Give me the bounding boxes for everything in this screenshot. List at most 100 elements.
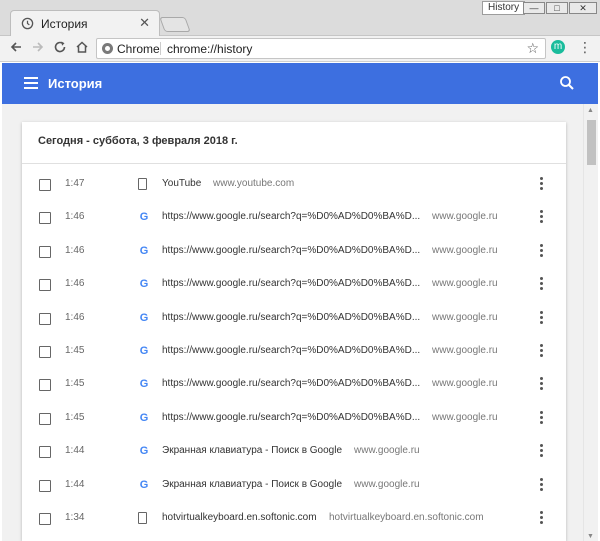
visit-time: 1:46	[65, 244, 85, 256]
scroll-up-arrow-icon[interactable]: ▲	[587, 107, 594, 114]
google-icon: G	[139, 378, 149, 391]
page-title-link[interactable]: Экранная клавиатура - Поиск в Google	[162, 445, 342, 456]
page-title-link[interactable]: Экранная клавиатура - Поиск в Google	[162, 479, 342, 490]
date-heading: Сегодня - суббота, 3 февраля 2018 г.	[38, 135, 238, 147]
more-actions-icon[interactable]	[538, 377, 544, 391]
google-icon: G	[139, 211, 149, 224]
scrollbar[interactable]: ▲ ▼	[583, 104, 598, 541]
visit-time: 1:46	[65, 311, 85, 323]
row-checkbox[interactable]	[39, 412, 51, 425]
row-checkbox[interactable]	[39, 512, 51, 525]
page-title-link[interactable]: https://www.google.ru/search?q=%D0%AD%D0…	[162, 211, 420, 222]
back-button[interactable]	[8, 40, 24, 56]
history-row[interactable]: 1:46 Ghttps://www.google.ru/search?q=%D0%…	[22, 270, 566, 303]
date-header: Сегодня - суббота, 3 февраля 2018 г.	[22, 122, 566, 164]
reload-icon	[54, 41, 66, 53]
visit-time: 1:45	[65, 411, 85, 423]
page-title-link[interactable]: hotvirtualkeyboard.en.softonic.com	[162, 512, 317, 523]
page-domain[interactable]: www.google.ru	[432, 412, 498, 423]
scroll-down-arrow-icon[interactable]: ▼	[587, 533, 594, 540]
history-icon	[21, 17, 34, 30]
more-actions-icon[interactable]	[538, 210, 544, 224]
url-text[interactable]: chrome://history	[167, 42, 252, 56]
omnibox-divider	[160, 42, 161, 55]
tab-title: История	[41, 17, 88, 31]
maximize-button[interactable]: □	[546, 2, 568, 14]
more-actions-icon[interactable]	[538, 510, 544, 525]
forward-button[interactable]	[30, 40, 46, 56]
page-domain[interactable]: www.google.ru	[432, 312, 498, 323]
row-checkbox[interactable]	[39, 479, 51, 492]
page-domain[interactable]: www.google.ru	[354, 479, 420, 490]
page-title-link[interactable]: https://www.google.ru/search?q=%D0%AD%D0…	[162, 412, 420, 423]
more-actions-icon[interactable]	[538, 277, 544, 291]
page-title-link[interactable]: https://www.google.ru/search?q=%D0%AD%D0…	[162, 245, 420, 256]
visit-time: 1:46	[65, 211, 85, 223]
browser-toolbar: Chrome chrome://history ☆ m ⋮	[0, 36, 600, 62]
row-checkbox[interactable]	[39, 312, 51, 325]
page-domain[interactable]: www.google.ru	[432, 245, 498, 256]
row-checkbox[interactable]	[39, 345, 51, 358]
row-checkbox[interactable]	[39, 379, 51, 392]
page-domain[interactable]: www.youtube.com	[213, 178, 294, 189]
tab-close-icon[interactable]: ✕	[139, 15, 150, 31]
title-bar: История ✕ History — □ ✕	[0, 0, 600, 36]
row-checkbox[interactable]	[39, 446, 51, 459]
scroll-thumb[interactable]	[587, 120, 596, 165]
browser-menu-icon[interactable]: ⋮	[578, 39, 592, 56]
home-button[interactable]	[74, 40, 90, 56]
home-icon	[76, 41, 88, 53]
profile-chip[interactable]: History	[482, 1, 526, 15]
history-row[interactable]: 1:45 Ghttps://www.google.ru/search?q=%D0%…	[22, 404, 566, 437]
more-actions-icon[interactable]	[538, 177, 544, 191]
window-close-button[interactable]: ✕	[569, 2, 597, 14]
row-checkbox[interactable]	[39, 212, 51, 225]
page-title-link[interactable]: https://www.google.ru/search?q=%D0%AD%D0…	[162, 345, 420, 356]
reload-button[interactable]	[52, 40, 68, 56]
history-row[interactable]: 1:45 Ghttps://www.google.ru/search?q=%D0%…	[22, 370, 566, 403]
history-row[interactable]: 1:46 Ghttps://www.google.ru/search?q=%D0%…	[22, 237, 566, 270]
page-domain[interactable]: www.google.ru	[432, 345, 498, 356]
menu-icon[interactable]	[24, 77, 38, 89]
omnibox[interactable]: Chrome chrome://history ☆	[96, 38, 546, 59]
history-row[interactable]: 1:44 G Экранная клавиатура - Поиск в Googl…	[22, 437, 566, 470]
more-actions-icon[interactable]	[538, 410, 544, 425]
more-actions-icon[interactable]	[538, 477, 544, 492]
bookmark-star-icon[interactable]: ☆	[526, 40, 539, 57]
row-checkbox[interactable]	[39, 279, 51, 292]
browser-tab[interactable]: История ✕	[10, 10, 160, 36]
profile-avatar[interactable]: m	[551, 40, 565, 54]
history-row[interactable]: 1:34 hotvirtualkeyboard.en.softonic.com ho…	[22, 504, 566, 537]
new-tab-button[interactable]	[159, 17, 191, 32]
page-domain[interactable]: www.google.ru	[432, 378, 498, 389]
more-actions-icon[interactable]	[538, 444, 544, 458]
search-icon[interactable]	[558, 74, 576, 92]
page-domain[interactable]: hotvirtualkeyboard.en.softonic.com	[329, 512, 484, 523]
history-row[interactable]: 1:45 Ghttps://www.google.ru/search?q=%D0%…	[22, 337, 566, 370]
page-title-link[interactable]: https://www.google.ru/search?q=%D0%AD%D0…	[162, 312, 420, 323]
page-domain[interactable]: www.google.ru	[354, 445, 420, 456]
more-actions-icon[interactable]	[538, 343, 544, 358]
history-row[interactable]: 1:44 G Экранная клавиатура - Поиск в Googl…	[22, 471, 566, 504]
document-icon	[138, 511, 147, 524]
more-actions-icon[interactable]	[538, 310, 544, 325]
google-icon: G	[139, 311, 149, 324]
history-content: Сегодня - суббота, 3 февраля 2018 г. 1:4…	[2, 104, 598, 541]
minimize-button[interactable]: —	[523, 2, 545, 14]
google-icon: G	[139, 344, 149, 357]
more-actions-icon[interactable]	[538, 243, 544, 258]
page-title-link[interactable]: https://www.google.ru/search?q=%D0%AD%D0…	[162, 378, 420, 389]
visit-time: 1:44	[65, 478, 85, 490]
google-icon: G	[139, 244, 149, 257]
row-checkbox[interactable]	[39, 245, 51, 258]
visit-time: 1:47	[65, 178, 85, 189]
google-icon: G	[139, 445, 149, 458]
page-domain[interactable]: www.google.ru	[432, 211, 498, 222]
row-checkbox[interactable]	[39, 179, 51, 191]
history-row[interactable]: 1:46 Ghttps://www.google.ru/search?q=%D0%…	[22, 304, 566, 337]
history-row[interactable]: 1:47 YouTube www.youtube.com	[22, 170, 566, 203]
history-row[interactable]: 1:46 Ghttps://www.google.ru/search?q=%D0%…	[22, 203, 566, 236]
page-domain[interactable]: www.google.ru	[432, 278, 498, 289]
page-title-link[interactable]: https://www.google.ru/search?q=%D0%AD%D0…	[162, 278, 420, 289]
page-title-link[interactable]: YouTube	[162, 178, 201, 189]
